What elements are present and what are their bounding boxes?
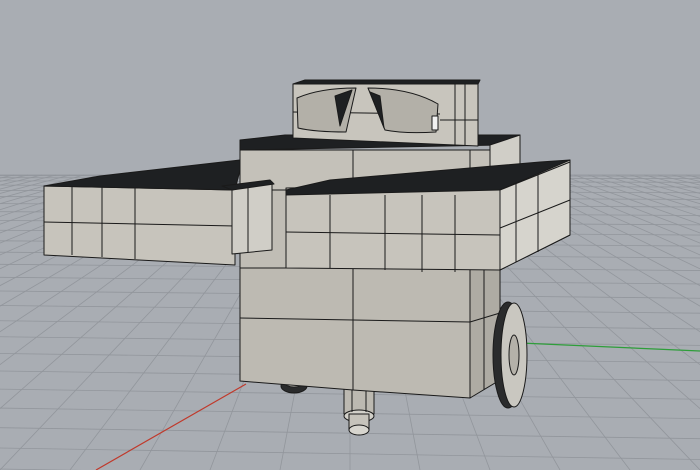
- left-hand[interactable]: [231, 181, 273, 255]
- body-block[interactable]: [239, 257, 501, 399]
- front-caster-post[interactable]: [343, 387, 375, 436]
- head-block[interactable]: [292, 79, 481, 147]
- viewport-canvas[interactable]: [0, 0, 700, 470]
- side-wheel[interactable]: [492, 301, 528, 409]
- 3d-viewport[interactable]: [0, 0, 700, 470]
